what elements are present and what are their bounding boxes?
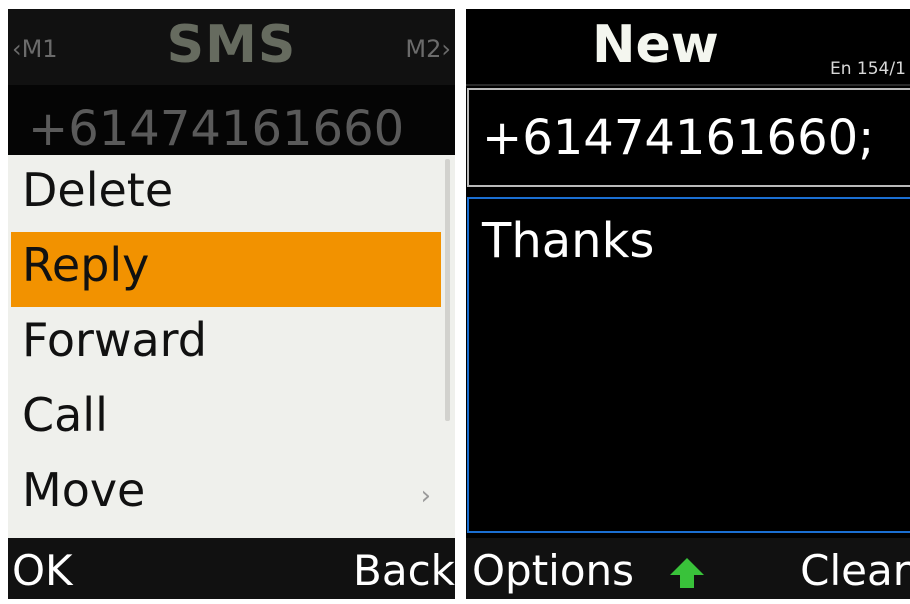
clear-softkey[interactable]: Clear	[800, 546, 910, 595]
menu-item-call[interactable]: Call	[11, 382, 441, 457]
softkey-bar: OK Back	[8, 538, 455, 599]
menu-item-delete[interactable]: Delete	[11, 157, 441, 232]
up-arrow-icon[interactable]	[669, 557, 705, 589]
menu-scrollbar[interactable]	[445, 159, 450, 421]
menu-item-label: Call	[22, 388, 108, 442]
message-body-field[interactable]: Thanks	[467, 197, 910, 533]
menu-item-label: Reply	[22, 238, 150, 292]
back-softkey[interactable]: Back	[353, 546, 455, 595]
menu-item-move[interactable]: Move ›	[11, 457, 441, 532]
title-bar: ‹M1 SMS M2›	[8, 9, 455, 85]
menu-item-label: Move	[22, 463, 146, 517]
menu-item-label: Delete	[22, 163, 174, 217]
sender-number: +61474161660	[28, 101, 405, 157]
sms-options-screen: ‹M1 SMS M2› +61474161660 Delete Reply Fo…	[8, 9, 455, 599]
menu-item-forward[interactable]: Forward	[11, 307, 441, 382]
menu-item-label: Forward	[22, 313, 207, 367]
recipient-value: +61474161660;	[482, 110, 875, 166]
title-divider	[466, 84, 910, 86]
options-softkey[interactable]: Options	[472, 546, 634, 595]
page-title: SMS	[166, 15, 297, 75]
message-sender: +61474161660	[8, 85, 455, 159]
recipient-field[interactable]: +61474161660;	[467, 88, 910, 187]
options-menu: Delete Reply Forward Call Move ›	[8, 155, 455, 538]
message-text: Thanks	[482, 213, 655, 269]
page-title: New	[592, 15, 719, 75]
m2-shortcut[interactable]: M2›	[405, 35, 451, 63]
softkey-bar: Options Clear	[466, 538, 910, 599]
input-mode-counter: En 154/1	[830, 59, 906, 79]
menu-item-reply[interactable]: Reply	[11, 232, 441, 307]
chevron-right-icon: ›	[420, 481, 431, 511]
new-message-screen: New En 154/1 +61474161660; Thanks Option…	[466, 9, 910, 599]
ok-softkey[interactable]: OK	[12, 546, 73, 595]
